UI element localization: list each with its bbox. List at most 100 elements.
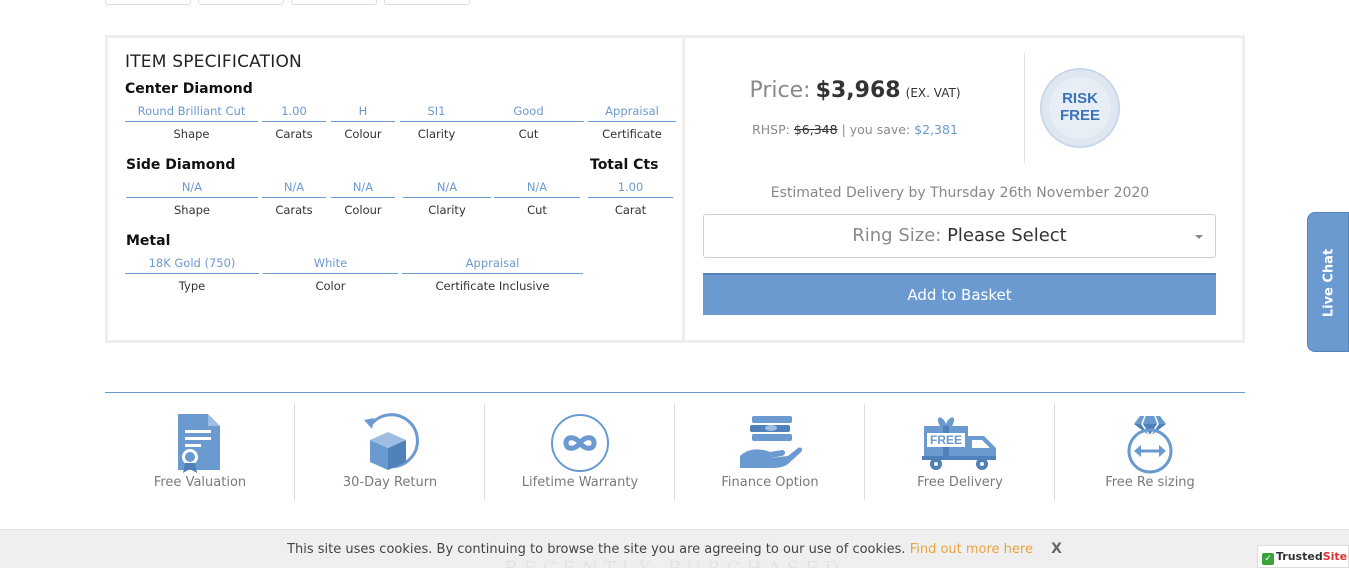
side-clarity: N/A Clarity [403,176,491,217]
badge-line-2: FREE [1059,107,1100,124]
price-divider [1024,53,1025,163]
feature-free-delivery[interactable]: FREE Free Delivery [865,404,1055,500]
side-cut: N/A Cut [494,176,580,217]
save-label: you save: [849,122,911,137]
top-tab[interactable] [384,0,470,5]
feature-label: Finance Option [721,475,819,490]
check-icon: ✓ [1262,553,1274,565]
center-carats: 1.00 Carats [262,100,326,141]
spec-label: Certificate Inclusive [435,279,550,293]
rhsp-label: RHSP: [752,122,790,137]
chevron-down-icon [1195,235,1203,239]
trusted-suffix: Site [1322,550,1348,563]
certificate-icon [178,414,220,473]
ring-size-select[interactable]: Ring Size: Please Select [703,214,1216,258]
center-shape: Round Brilliant Cut Shape [125,100,258,141]
top-tab[interactable] [105,0,191,5]
spec-label: Colour [344,203,382,217]
cookie-message: This site uses cookies. By continuing to… [0,541,1349,557]
spec-label: Cut [527,203,547,217]
side-shape: N/A Shape [126,176,258,217]
svg-text:FREE: FREE [930,433,962,447]
trusted-name: Trusted [1276,550,1323,563]
features-divider [105,392,1245,393]
price-label: Price: [749,78,811,103]
infinity-icon [551,414,609,472]
spec-value: 1.00 [262,100,326,122]
item-specification: ITEM SPECIFICATION Center Diamond Round … [108,38,685,340]
save-amount: $2,381 [914,122,958,137]
spec-value: N/A [262,176,326,198]
feature-label: 30-Day Return [342,475,438,490]
price-amount: $3,968 [815,78,901,103]
cookie-find-out-more-link[interactable]: Find out more here [910,542,1033,557]
spec-label: Shape [173,203,210,217]
spec-value: N/A [331,176,395,198]
spec-label: Carat [614,203,647,217]
top-tabs [105,0,470,5]
spec-value: 18K Gold (750) [125,252,259,274]
risk-free-badge-icon: RISK FREE [1040,68,1120,148]
delivery-truck-icon: FREE [922,417,996,470]
side-diamond-heading: Side Diamond [126,157,236,173]
top-tab[interactable] [291,0,377,5]
spec-value: H [331,100,395,122]
metal-color: White Color [263,252,398,293]
ring-size-label: Ring Size: [852,225,942,246]
cookie-close-button[interactable]: X [1051,541,1062,557]
feature-label: Free Delivery [917,475,1003,490]
spec-value: N/A [494,176,580,198]
feature-finance-option[interactable]: Finance Option [675,404,865,500]
badge-text: RISK FREE [1042,90,1118,124]
trusted-site-badge[interactable]: ✓ TrustedSite [1257,545,1349,568]
rhsp-old-price: $6,348 [793,122,838,137]
metal-certificate: Appraisal Certificate Inclusive [402,252,583,293]
spec-value: N/A [403,176,491,198]
spec-label: Carats [275,127,313,141]
spec-label: Carats [275,203,313,217]
feature-lifetime-warranty[interactable]: Lifetime Warranty [485,404,675,500]
product-spec-box: ITEM SPECIFICATION Center Diamond Round … [105,35,1245,343]
money-hand-icon [740,416,802,468]
feature-30-day-return[interactable]: 30-Day Return [295,404,485,500]
metal-heading: Metal [126,233,171,249]
total-cts-heading: Total Cts [590,157,659,173]
recently-purchased-heading: RECENTLY PURCHASED [0,558,1349,568]
rhsp-line: RHSP: $6,348 | you save: $2,381 [685,122,1025,137]
feature-strip: Free Valuation 30-Day Return Lifetime Wa… [105,404,1245,500]
live-chat-tab[interactable]: Live Chat [1307,212,1349,352]
spec-value: SI1 [400,100,473,122]
ring-size-value: Please Select [947,225,1067,246]
live-chat-label: Live Chat [1321,248,1337,318]
center-diamond-heading: Center Diamond [125,81,253,97]
side-colour: N/A Colour [331,176,395,217]
spec-label: Shape [173,127,210,141]
purchase-panel: Price: $3,968 (EX. VAT) RHSP: $6,348 | y… [685,38,1242,340]
spec-value: Appraisal [588,100,676,122]
spec-label: Color [315,279,346,293]
add-to-basket-button[interactable]: Add to Basket [703,273,1216,315]
box-return-icon [364,413,419,470]
spec-label: Clarity [428,203,466,217]
spec-value: 1.00 [588,176,673,198]
side-carats: N/A Carats [262,176,326,217]
ring-resize-icon [1127,415,1173,474]
spec-label: Colour [344,127,382,141]
spec-label: Certificate [602,127,662,141]
spec-value: Appraisal [402,252,583,274]
price-line: Price: $3,968 (EX. VAT) [685,78,1025,103]
cookie-text: This site uses cookies. By continuing to… [287,542,906,557]
center-cut: Good Cut [473,100,584,141]
spec-value: Round Brilliant Cut [125,100,258,122]
feature-label: Lifetime Warranty [521,475,639,490]
feature-free-valuation[interactable]: Free Valuation [105,404,295,500]
estimated-delivery: Estimated Delivery by Thursday 26th Nove… [770,185,1150,201]
feature-free-resizing[interactable]: Free Re sizing [1055,404,1245,500]
center-colour: H Colour [331,100,395,141]
rhsp-separator: | [841,122,846,137]
cookie-banner: RECENTLY PURCHASED This site uses cookie… [0,529,1349,568]
center-certificate: Appraisal Certificate [588,100,676,141]
price-vat: (EX. VAT) [905,86,961,100]
top-tab[interactable] [198,0,284,5]
spec-label: Type [178,279,206,293]
